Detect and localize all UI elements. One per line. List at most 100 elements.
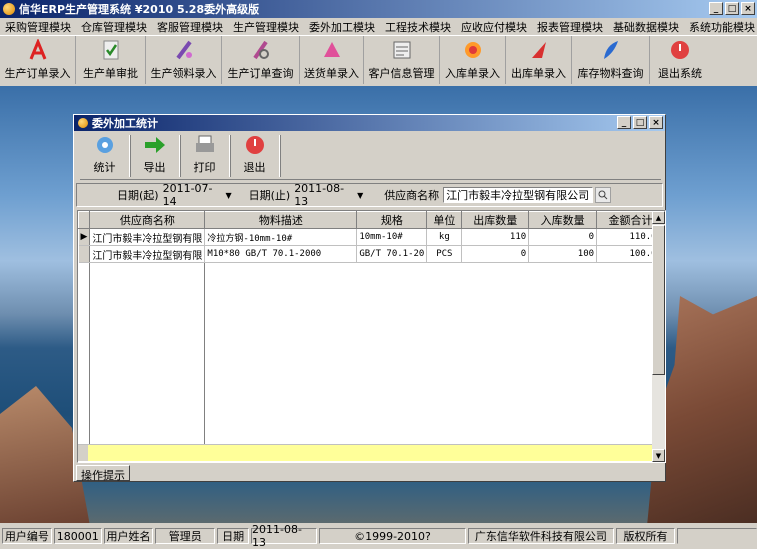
cell-out-qty[interactable]: 0 <box>461 245 530 263</box>
stats-icon <box>93 134 117 159</box>
tab-operation-tips[interactable]: 操作提示 <box>76 465 130 482</box>
toolbar-customer-info[interactable]: 客户信息管理 <box>364 36 440 84</box>
menu-basic-data[interactable]: 基础数据模块 <box>608 19 684 35</box>
child-minimize-button[interactable]: _ <box>617 116 631 129</box>
window-icon <box>78 118 88 128</box>
col-spec[interactable]: 规格 <box>356 211 428 229</box>
cell-description[interactable]: M10*80 GB/T 70.1-2000 <box>204 245 358 263</box>
menu-engineering[interactable]: 工程技术模块 <box>380 19 456 35</box>
button-label: 退出 <box>243 161 266 174</box>
user-name-label: 用户姓名 <box>103 528 154 544</box>
supplier-input[interactable]: 江门市毅丰冷拉型钢有限公司 <box>443 187 594 203</box>
exit-button[interactable]: 退出 <box>230 135 280 177</box>
toolbar-label: 出库单录入 <box>511 67 566 80</box>
col-description[interactable]: 物料描述 <box>204 211 358 229</box>
toolbar-production-approval[interactable]: 生产单审批 <box>76 36 146 84</box>
scroll-up-icon[interactable]: ▲ <box>652 211 665 224</box>
customer-icon <box>390 38 414 62</box>
col-in-qty[interactable]: 入库数量 <box>528 211 598 229</box>
search-icon[interactable] <box>595 187 612 203</box>
toolbar-exit-system[interactable]: 退出系统 <box>650 36 710 84</box>
toolbar-label: 客户信息管理 <box>368 67 435 80</box>
printer-icon <box>193 134 217 159</box>
export-button[interactable]: 导出 <box>130 135 180 177</box>
main-toolbar: 生产订单录入 生产单审批 生产领料录入 生产订单查询 送货单录入 客户信息管理 … <box>0 35 757 87</box>
toolbar-production-order-query[interactable]: 生产订单查询 <box>222 36 300 84</box>
minimize-button[interactable]: _ <box>709 2 723 15</box>
date-value: 2011-08-13 <box>251 523 317 549</box>
start-date-label: 日期(起) <box>117 189 159 202</box>
toolbar-label: 退出系统 <box>658 67 702 80</box>
flower-icon <box>461 38 485 62</box>
close-button[interactable]: × <box>741 2 755 15</box>
outsourcing-stats-window: 委外加工统计 _ □ × 统计 导出 打印 退出 日期(起) 2011-07-1… <box>73 114 666 482</box>
cell-spec[interactable]: 10mm-10# <box>356 228 428 246</box>
document-pdf-icon <box>26 38 50 62</box>
feather-icon <box>599 38 623 62</box>
toolbar-label: 送货单录入 <box>304 67 359 80</box>
row-selector[interactable]: ▶ <box>78 228 91 246</box>
button-label: 统计 <box>93 161 116 174</box>
cell-spec[interactable]: GB/T 70.1-20 <box>356 245 428 263</box>
cell-description[interactable]: 冷拉方钢-10mm-10# <box>204 228 358 246</box>
toolbar-delivery-entry[interactable]: 送货单录入 <box>300 36 364 84</box>
chevron-down-icon[interactable]: ▼ <box>223 188 235 202</box>
toolbar-label: 生产领料录入 <box>150 67 217 80</box>
menu-customer-service[interactable]: 客服管理模块 <box>152 19 228 35</box>
outbound-icon <box>527 38 551 62</box>
start-date-picker[interactable]: 2011-07-14 ▼ <box>162 182 235 208</box>
toolbar-inbound-entry[interactable]: 入库单录入 <box>440 36 506 84</box>
cell-in-qty[interactable]: 100 <box>528 245 598 263</box>
row-selector[interactable] <box>78 245 91 263</box>
material-icon <box>172 38 196 62</box>
rights-text: 版权所有 <box>615 528 676 544</box>
toolbar-label: 库存物料查询 <box>577 67 644 80</box>
summary-row <box>78 444 652 461</box>
scroll-thumb[interactable] <box>652 225 665 375</box>
start-date-value: 2011-07-14 <box>162 182 213 208</box>
child-maximize-button[interactable]: □ <box>633 116 647 129</box>
end-date-picker[interactable]: 2011-08-13 ▼ <box>294 182 367 208</box>
col-supplier[interactable]: 供应商名称 <box>89 211 206 229</box>
empty-cell <box>204 262 665 460</box>
stats-button[interactable]: 统计 <box>80 135 130 177</box>
menu-warehouse[interactable]: 仓库管理模块 <box>76 19 152 35</box>
toolbar-outbound-entry[interactable]: 出库单录入 <box>506 36 572 84</box>
cell-unit[interactable]: PCS <box>426 245 463 263</box>
menu-outsourcing[interactable]: 委外加工模块 <box>304 19 380 35</box>
toolbar-material-requisition[interactable]: 生产领料录入 <box>146 36 222 84</box>
toolbar-label: 生产订单查询 <box>227 67 294 80</box>
cell-supplier[interactable]: 江门市毅丰冷拉型钢有限 <box>89 228 206 246</box>
vertical-scrollbar[interactable]: ▲ ▼ <box>652 211 665 462</box>
cell-supplier[interactable]: 江门市毅丰冷拉型钢有限 <box>89 245 206 263</box>
toolbar-production-order-entry[interactable]: 生产订单录入 <box>0 36 76 84</box>
menu-purchase[interactable]: 采购管理模块 <box>0 19 76 35</box>
delivery-icon <box>320 38 344 62</box>
cell-in-qty[interactable]: 0 <box>528 228 598 246</box>
row-selector-empty <box>78 262 91 460</box>
menu-system[interactable]: 系统功能模块 <box>684 19 757 35</box>
empty-cell <box>89 262 206 460</box>
col-out-qty[interactable]: 出库数量 <box>461 211 530 229</box>
app-title: 信华ERP生产管理系统 ¥2010 5.28委外高级版 <box>19 3 260 16</box>
button-label: 导出 <box>143 161 166 174</box>
bottom-tabs: 操作提示 <box>76 465 130 482</box>
app-logo-icon <box>3 3 15 15</box>
table-row[interactable]: ▶ 江门市毅丰冷拉型钢有限 冷拉方钢-10mm-10# 10mm-10# kg … <box>78 228 665 246</box>
status-extra <box>677 528 757 544</box>
chevron-down-icon[interactable]: ▼ <box>354 188 366 202</box>
print-button[interactable]: 打印 <box>180 135 230 177</box>
end-date-label: 日期(止) <box>248 189 291 202</box>
child-close-button[interactable]: × <box>649 116 663 129</box>
date-label: 日期 <box>217 528 250 544</box>
cell-out-qty[interactable]: 110 <box>461 228 530 246</box>
menu-receivables[interactable]: 应收应付模块 <box>456 19 532 35</box>
scroll-down-icon[interactable]: ▼ <box>652 449 665 462</box>
cell-unit[interactable]: kg <box>426 228 463 246</box>
toolbar-stock-query[interactable]: 库存物料查询 <box>572 36 650 84</box>
col-unit[interactable]: 单位 <box>426 211 463 229</box>
maximize-button[interactable]: □ <box>725 2 739 15</box>
table-row[interactable]: 江门市毅丰冷拉型钢有限 M10*80 GB/T 70.1-2000 GB/T 7… <box>78 245 665 263</box>
menu-production[interactable]: 生产管理模块 <box>228 19 304 35</box>
menu-reports[interactable]: 报表管理模块 <box>532 19 608 35</box>
